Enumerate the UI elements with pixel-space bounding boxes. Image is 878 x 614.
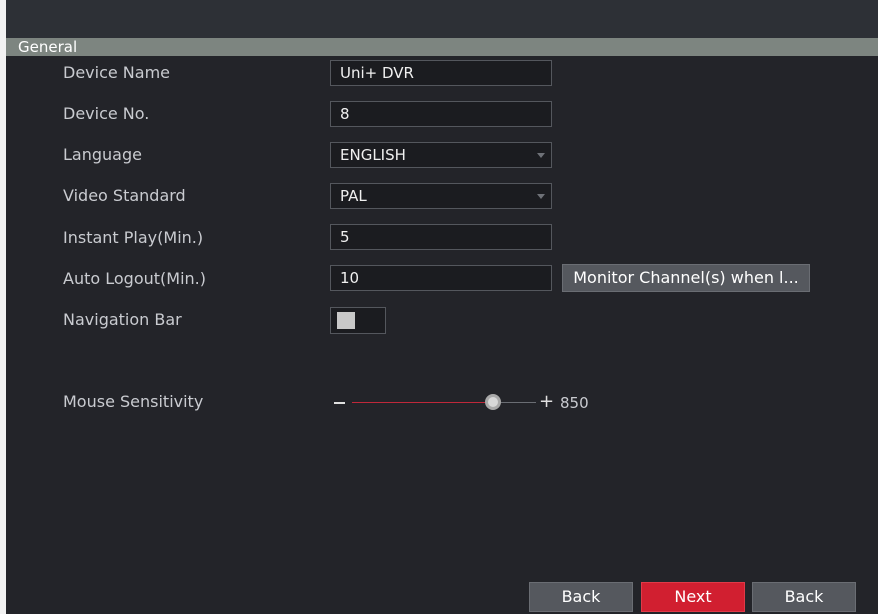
video-standard-select-value: PAL — [340, 187, 367, 205]
slider-increase-button[interactable]: + — [539, 392, 554, 412]
language-select[interactable]: ENGLISH — [330, 142, 552, 168]
next-button[interactable]: Next — [641, 582, 745, 612]
toggle-knob — [337, 312, 355, 329]
instant-play-label: Instant Play(Min.) — [63, 228, 204, 247]
auto-logout-input[interactable]: 10 — [330, 265, 552, 291]
navigation-bar-label: Navigation Bar — [63, 310, 182, 329]
video-standard-label: Video Standard — [63, 186, 186, 205]
device-no-label: Device No. — [63, 104, 150, 123]
language-select-value: ENGLISH — [340, 146, 406, 164]
slider-decrease-button[interactable] — [334, 402, 345, 404]
mouse-sensitivity-value: 850 — [560, 394, 589, 412]
back-button[interactable]: Back — [529, 582, 633, 612]
title-bar — [0, 0, 878, 38]
navigation-bar-toggle[interactable] — [330, 307, 386, 334]
slider-track-filled[interactable] — [352, 402, 494, 403]
mouse-sensitivity-label: Mouse Sensitivity — [63, 392, 204, 411]
slider-thumb[interactable] — [485, 394, 501, 410]
section-title: General — [18, 38, 78, 56]
section-header: General — [6, 38, 878, 56]
monitor-channel-button[interactable]: Monitor Channel(s) when l... — [562, 264, 810, 292]
window-edge — [0, 0, 6, 614]
device-name-input[interactable]: Uni+ DVR — [330, 60, 552, 86]
chevron-down-icon — [537, 153, 545, 158]
auto-logout-label: Auto Logout(Min.) — [63, 269, 206, 288]
device-name-label: Device Name — [63, 63, 171, 82]
back-button-secondary[interactable]: Back — [752, 582, 856, 612]
chevron-down-icon — [537, 194, 545, 199]
instant-play-input[interactable]: 5 — [330, 224, 552, 250]
video-standard-select[interactable]: PAL — [330, 183, 552, 209]
language-label: Language — [63, 145, 142, 164]
device-no-input[interactable]: 8 — [330, 101, 552, 127]
